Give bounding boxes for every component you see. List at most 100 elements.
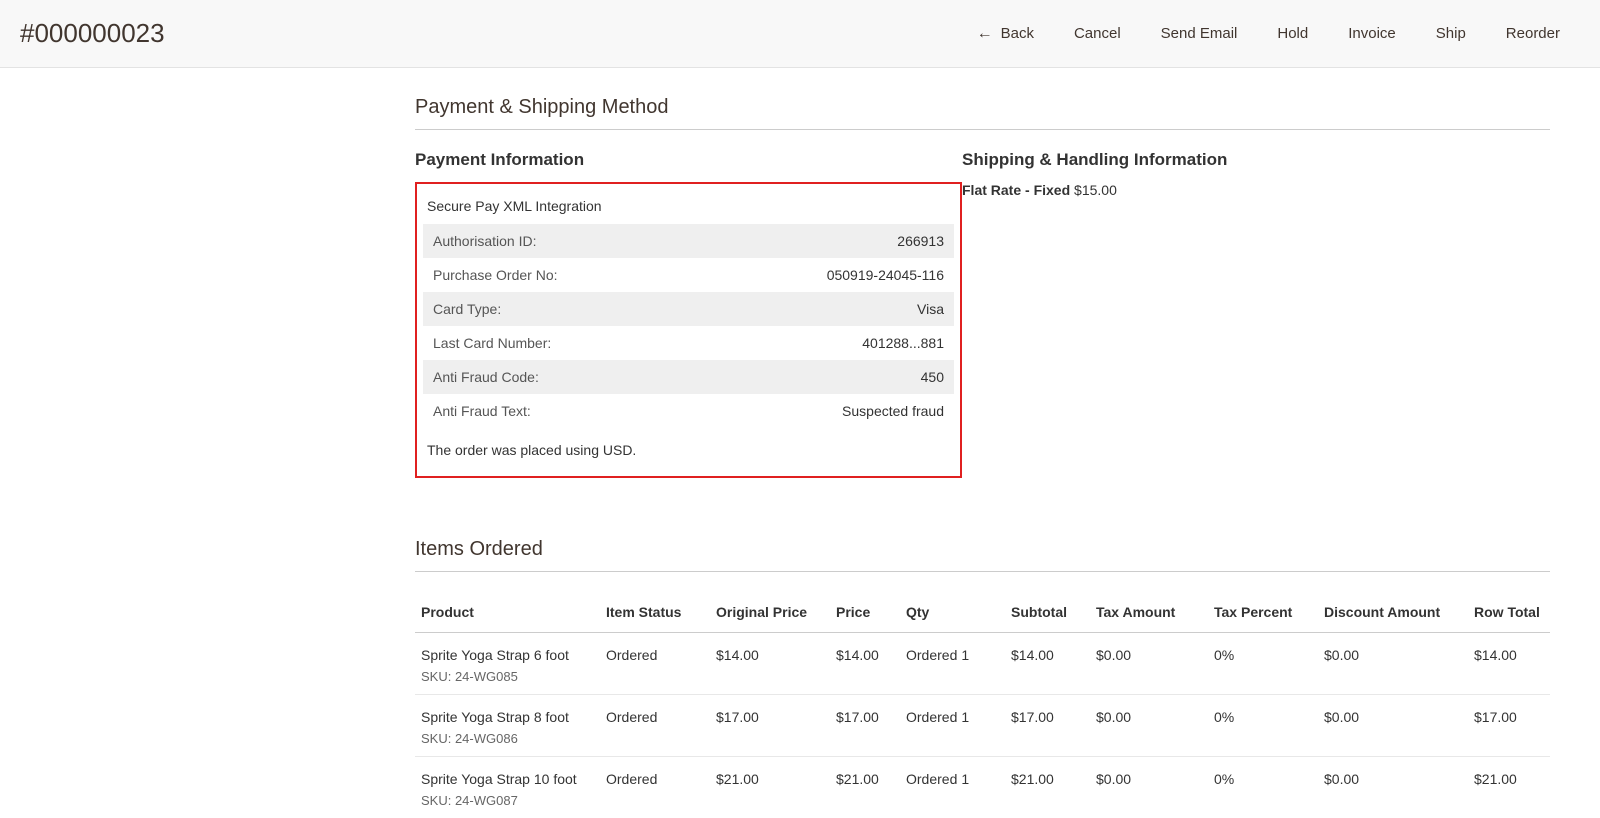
cell-tax-amount: $0.00: [1090, 757, 1208, 818]
col-item-status: Item Status: [600, 592, 710, 633]
invoice-button[interactable]: Invoice: [1348, 25, 1396, 42]
qty-value: 1: [961, 771, 969, 787]
col-discount-amount: Discount Amount: [1318, 592, 1468, 633]
shipping-info-title: Shipping & Handling Information: [962, 150, 1550, 170]
page-header: #000000023 ← Back Cancel Send Email Hold…: [0, 0, 1600, 68]
items-ordered-section: Items Ordered Product Item Status Origin…: [415, 538, 1550, 818]
qty-value: 1: [961, 709, 969, 725]
cell-price: $17.00: [830, 695, 900, 757]
payment-row: Card Type:Visa: [423, 292, 954, 326]
cell-original-price: $21.00: [710, 757, 830, 818]
cell-qty: Ordered1: [900, 757, 1005, 818]
cell-discount: $0.00: [1318, 757, 1468, 818]
hold-button[interactable]: Hold: [1277, 25, 1308, 42]
payment-row: Authorisation ID:266913: [423, 224, 954, 258]
cancel-button[interactable]: Cancel: [1074, 25, 1121, 42]
payment-row-label: Card Type:: [423, 292, 695, 326]
cell-tax-percent: 0%: [1208, 757, 1318, 818]
payment-row-label: Purchase Order No:: [423, 258, 695, 292]
table-row: Sprite Yoga Strap 8 foot SKU: 24-WG086 Ord…: [415, 695, 1550, 757]
payment-column: Payment Information Secure Pay XML Integ…: [415, 150, 962, 478]
cell-row-total: $14.00: [1468, 633, 1550, 695]
shipping-column: Shipping & Handling Information Flat Rat…: [962, 150, 1550, 478]
col-product: Product: [415, 592, 600, 633]
currency-note: The order was placed using USD.: [423, 428, 954, 462]
payment-row-label: Anti Fraud Text:: [423, 394, 695, 428]
payment-row: Anti Fraud Code:450: [423, 360, 954, 394]
product-sku: SKU: 24-WG085: [421, 669, 594, 684]
reorder-button[interactable]: Reorder: [1506, 25, 1560, 42]
col-tax-percent: Tax Percent: [1208, 592, 1318, 633]
page-title: #000000023: [20, 18, 165, 49]
cell-price: $21.00: [830, 757, 900, 818]
product-sku: SKU: 24-WG086: [421, 731, 594, 746]
cell-product: Sprite Yoga Strap 8 foot SKU: 24-WG086: [415, 695, 600, 757]
col-row-total: Row Total: [1468, 592, 1550, 633]
payment-info-title: Payment Information: [415, 150, 962, 170]
send-email-button[interactable]: Send Email: [1161, 25, 1238, 42]
product-name: Sprite Yoga Strap 6 foot: [421, 647, 594, 663]
col-price: Price: [830, 592, 900, 633]
arrow-left-icon: ←: [977, 26, 993, 42]
payment-row-value: Visa: [695, 292, 954, 326]
product-name: Sprite Yoga Strap 8 foot: [421, 709, 594, 725]
cell-original-price: $17.00: [710, 695, 830, 757]
cell-row-total: $17.00: [1468, 695, 1550, 757]
cell-price: $14.00: [830, 633, 900, 695]
payment-row: Anti Fraud Text:Suspected fraud: [423, 394, 954, 428]
shipping-method-label: Flat Rate - Fixed: [962, 182, 1070, 198]
payment-method-name: Secure Pay XML Integration: [423, 194, 954, 224]
payment-shipping-row: Payment Information Secure Pay XML Integ…: [415, 150, 1550, 478]
payment-shipping-section-title: Payment & Shipping Method: [415, 96, 1550, 130]
cell-original-price: $14.00: [710, 633, 830, 695]
product-name: Sprite Yoga Strap 10 foot: [421, 771, 594, 787]
col-tax-amount: Tax Amount: [1090, 592, 1208, 633]
col-subtotal: Subtotal: [1005, 592, 1090, 633]
cell-product: Sprite Yoga Strap 10 foot SKU: 24-WG087: [415, 757, 600, 818]
cell-item-status: Ordered: [600, 757, 710, 818]
content-area: Payment & Shipping Method Payment Inform…: [0, 68, 1600, 818]
cell-discount: $0.00: [1318, 633, 1468, 695]
cell-row-total: $21.00: [1468, 757, 1550, 818]
payment-row: Last Card Number:401288...881: [423, 326, 954, 360]
shipping-method-line: Flat Rate - Fixed $15.00: [962, 182, 1550, 198]
payment-row-value: Suspected fraud: [695, 394, 954, 428]
cell-discount: $0.00: [1318, 695, 1468, 757]
payment-row-label: Authorisation ID:: [423, 224, 695, 258]
ship-button[interactable]: Ship: [1436, 25, 1466, 42]
table-row: Sprite Yoga Strap 10 foot SKU: 24-WG087 Or…: [415, 757, 1550, 818]
page-actions: ← Back Cancel Send Email Hold Invoice Sh…: [977, 25, 1580, 42]
cell-product: Sprite Yoga Strap 6 foot SKU: 24-WG085: [415, 633, 600, 695]
cell-item-status: Ordered: [600, 633, 710, 695]
qty-value: 1: [961, 647, 969, 663]
cell-qty: Ordered1: [900, 633, 1005, 695]
payment-row: Purchase Order No:050919-24045-116: [423, 258, 954, 292]
cell-subtotal: $21.00: [1005, 757, 1090, 818]
cell-tax-amount: $0.00: [1090, 633, 1208, 695]
payment-row-label: Last Card Number:: [423, 326, 695, 360]
payment-row-label: Anti Fraud Code:: [423, 360, 695, 394]
col-original-price: Original Price: [710, 592, 830, 633]
table-row: Sprite Yoga Strap 6 foot SKU: 24-WG085 Ord…: [415, 633, 1550, 695]
product-sku: SKU: 24-WG087: [421, 793, 594, 808]
qty-status-label: Ordered: [906, 709, 957, 725]
items-table: Product Item Status Original Price Price…: [415, 592, 1550, 818]
back-label: Back: [1001, 25, 1034, 42]
payment-info-box: Secure Pay XML Integration Authorisation…: [415, 182, 962, 478]
cell-tax-percent: 0%: [1208, 633, 1318, 695]
cell-subtotal: $14.00: [1005, 633, 1090, 695]
payment-row-value: 401288...881: [695, 326, 954, 360]
payment-details-table: Authorisation ID:266913Purchase Order No…: [423, 224, 954, 428]
qty-status-label: Ordered: [906, 647, 957, 663]
payment-row-value: 450: [695, 360, 954, 394]
items-ordered-title: Items Ordered: [415, 538, 1550, 572]
payment-row-value: 050919-24045-116: [695, 258, 954, 292]
col-qty: Qty: [900, 592, 1005, 633]
cell-subtotal: $17.00: [1005, 695, 1090, 757]
cell-qty: Ordered1: [900, 695, 1005, 757]
cell-tax-amount: $0.00: [1090, 695, 1208, 757]
qty-status-label: Ordered: [906, 771, 957, 787]
cell-item-status: Ordered: [600, 695, 710, 757]
back-button[interactable]: ← Back: [977, 25, 1034, 42]
shipping-amount: $15.00: [1074, 182, 1117, 198]
